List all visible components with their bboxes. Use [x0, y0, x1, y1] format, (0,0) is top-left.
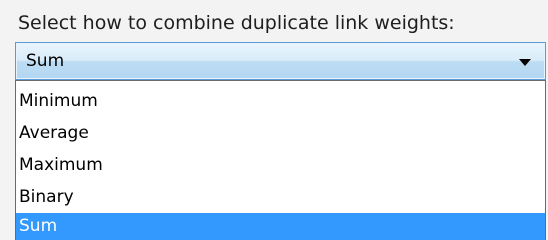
selected-method-value: Sum	[26, 51, 65, 71]
combine-method-select[interactable]: Sum	[15, 42, 546, 80]
option-maximum[interactable]: Maximum	[16, 149, 545, 181]
option-minimum[interactable]: Minimum	[16, 85, 545, 117]
chevron-down-icon[interactable]	[517, 56, 533, 68]
combine-prompt-label: Select how to combine duplicate link wei…	[18, 12, 455, 34]
option-sum[interactable]: Sum	[16, 213, 545, 240]
panel-edge	[0, 210, 15, 240]
option-binary[interactable]: Binary	[16, 181, 545, 213]
combine-weights-panel: Select how to combine duplicate link wei…	[0, 0, 548, 240]
option-average[interactable]: Average	[16, 117, 545, 149]
combine-method-dropdown-list: Minimum Average Maximum Binary Sum	[15, 80, 546, 240]
